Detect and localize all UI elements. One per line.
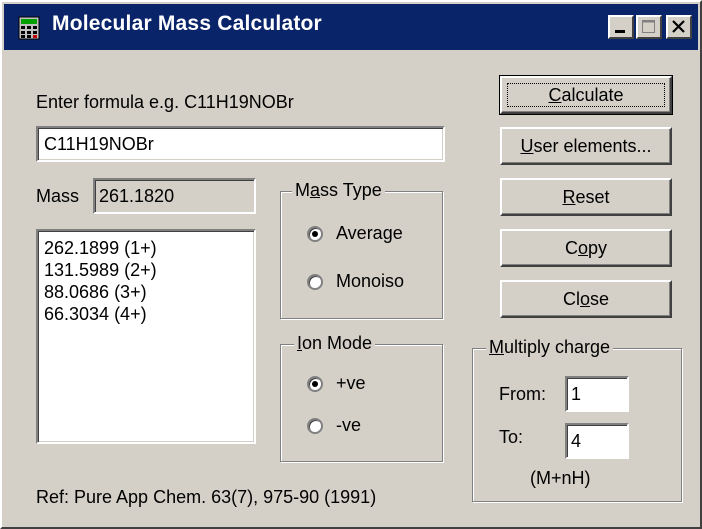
list-item[interactable]: 88.0686 (3+) [44,281,248,303]
window-title: Molecular Mass Calculator [52,12,322,35]
list-item[interactable]: 66.3034 (4+) [44,303,248,325]
formula-input[interactable]: C11H19NOBr [36,126,445,162]
results-list[interactable]: 262.1899 (1+) 131.5989 (2+) 88.0686 (3+)… [36,229,256,444]
maximize-icon [642,20,655,33]
calculate-button[interactable]: Calculate [499,75,673,115]
calculator-icon [18,16,40,40]
to-input[interactable]: 4 [565,423,629,459]
from-label: From: [499,384,546,404]
close-button[interactable]: Close [500,280,672,318]
charge-note: (M+nH) [530,468,591,488]
close-icon [672,20,685,33]
list-item[interactable]: 131.5989 (2+) [44,259,248,281]
negative-radio[interactable] [307,418,323,434]
reset-button[interactable]: Reset [500,178,672,216]
multiply-charge-title: Multiply charge [486,337,614,358]
positive-label[interactable]: +ve [336,373,366,394]
minimize-icon [615,30,625,33]
positive-radio[interactable] [307,376,323,392]
ion-mode-group [280,344,443,462]
monoiso-radio[interactable] [307,274,323,290]
to-label: To: [499,427,524,447]
mass-type-title: Mass Type [292,180,385,201]
title-bar[interactable]: Molecular Mass Calculator [4,4,698,50]
ion-mode-title: Ion Mode [294,333,376,354]
monoiso-label[interactable]: Monoiso [336,271,404,292]
app-window: Molecular Mass Calculator Enter formula … [0,0,702,529]
list-item[interactable]: 262.1899 (1+) [44,237,248,259]
reference-text: Ref: Pure App Chem. 63(7), 975-90 (1991) [36,487,377,507]
mass-value: 261.1820 [93,178,256,214]
formula-prompt: Enter formula e.g. C11H19NOBr [36,92,294,112]
from-input[interactable]: 1 [565,376,629,412]
average-label[interactable]: Average [336,223,403,244]
mass-type-group [280,191,443,319]
close-window-button[interactable] [666,15,692,39]
user-elements-button[interactable]: User elements... [500,127,672,165]
negative-label[interactable]: -ve [336,415,361,436]
average-radio[interactable] [307,226,323,242]
minimize-button[interactable] [608,15,634,39]
copy-button[interactable]: Copy [500,229,672,267]
maximize-button[interactable] [636,15,662,39]
mass-label: Mass [36,186,80,206]
